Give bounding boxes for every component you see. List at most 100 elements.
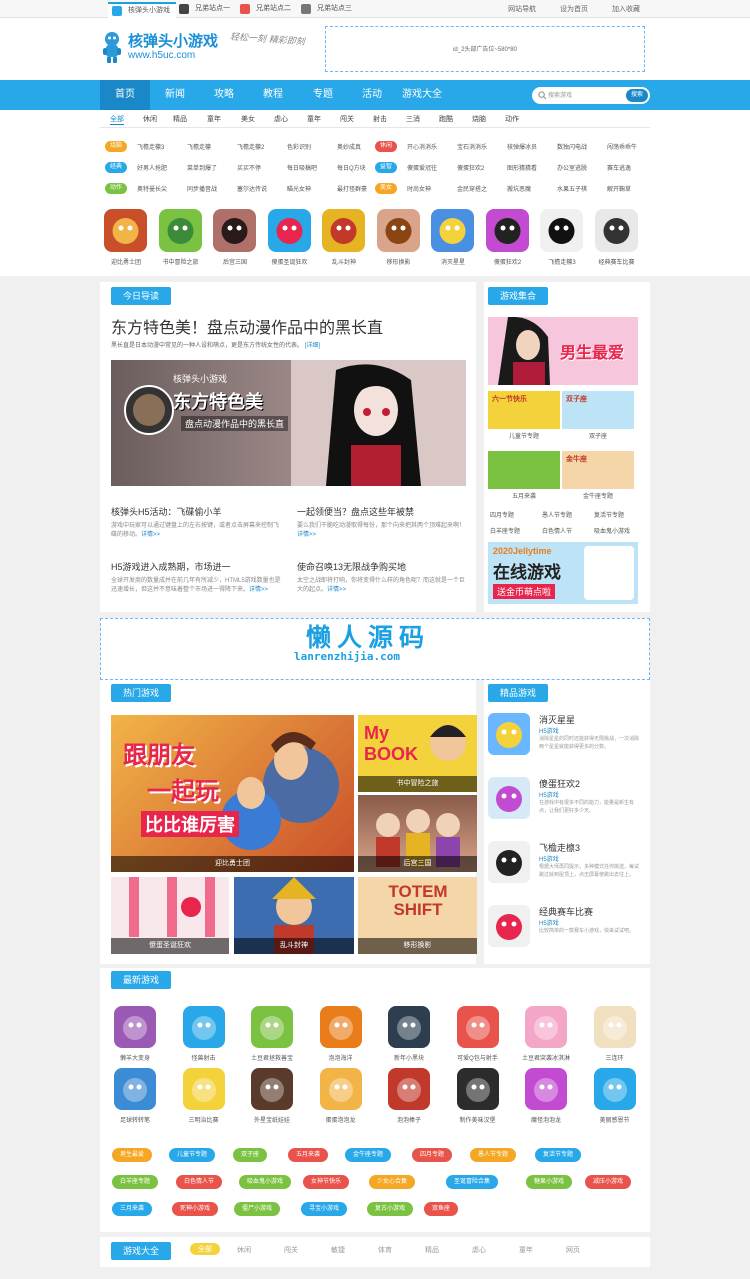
set-homepage-link[interactable]: 设为首页 — [560, 6, 588, 13]
category-item[interactable]: 童年 — [207, 114, 221, 124]
topic-pill[interactable]: 双子座 — [233, 1148, 268, 1162]
game-icon[interactable] — [540, 209, 583, 252]
hot-tile[interactable]: 后宫三国 — [358, 795, 477, 872]
collection-item-label[interactable]: 五月来袭 — [488, 491, 560, 500]
tab-home[interactable]: 核弹头小游戏 — [108, 2, 176, 18]
topic-pill[interactable]: 女神节快乐 — [303, 1175, 350, 1189]
site-nav-link[interactable]: 网站导航 — [508, 6, 536, 13]
hot-tile[interactable]: TOTEM SHIFT 移形换影 — [358, 877, 477, 954]
game-name[interactable]: 经典赛车比赛 — [587, 257, 647, 266]
latest-game-name[interactable]: 足球转转笔 — [105, 1115, 165, 1124]
news-more-link[interactable]: 详情>> — [249, 587, 268, 593]
category-item[interactable]: 动作 — [505, 114, 519, 124]
news-title[interactable]: 使命召唤13无限战争购买地 — [297, 560, 467, 573]
tag-badge[interactable]: 益智 — [375, 162, 397, 173]
game-icon[interactable] — [158, 209, 202, 252]
latest-game-name[interactable]: 美丽感恩节 — [585, 1115, 645, 1124]
game-name[interactable]: 移形换影 — [369, 257, 429, 266]
collection-banner-boys[interactable]: 男生最爱 — [488, 317, 638, 385]
latest-game-icon[interactable] — [388, 1006, 430, 1048]
tag-badge[interactable]: 美女 — [375, 183, 397, 194]
game-icon[interactable] — [213, 209, 256, 252]
topic-pill[interactable]: 愚人节专题 — [470, 1148, 517, 1162]
latest-game-icon[interactable] — [456, 1068, 499, 1110]
latest-game-name[interactable]: 泡泡棒子 — [379, 1115, 439, 1124]
tag-game-link[interactable]: 奥特曼长尖 — [137, 184, 167, 193]
all-games-category[interactable]: 全部 — [190, 1243, 220, 1255]
topic-pill[interactable]: 四月专题 — [412, 1148, 453, 1162]
game-icon[interactable] — [594, 209, 638, 252]
collection-link[interactable]: 白色情人节 — [542, 526, 572, 535]
topic-pill[interactable]: 僵尸小游戏 — [234, 1202, 281, 1216]
all-games-category[interactable]: 闯关 — [284, 1245, 298, 1255]
featured-item-name[interactable]: 消灭星星 — [539, 713, 575, 726]
featured-item-icon[interactable] — [488, 777, 530, 819]
collection-item[interactable]: 双子座 — [562, 391, 634, 429]
featured-item-name[interactable]: 飞檐走檩3 — [539, 841, 580, 854]
game-icon[interactable] — [267, 209, 311, 252]
header-ad-slot[interactable]: id_2头部广告位~580*80 — [325, 26, 645, 72]
latest-game-icon[interactable] — [251, 1006, 293, 1048]
category-item[interactable]: 跑酷 — [439, 114, 453, 124]
tag-game-link[interactable]: 好男人抢肥 — [137, 163, 167, 172]
collection-item-label[interactable]: 双子座 — [562, 431, 634, 440]
latest-game-name[interactable]: 土豆君拯救善宝 — [242, 1053, 302, 1062]
topic-pill[interactable]: 白羊座专题 — [112, 1175, 159, 1189]
tag-game-link[interactable]: 每日Q方块 — [337, 163, 366, 172]
topic-pill[interactable]: 复活节专题 — [535, 1148, 582, 1162]
nav-home[interactable]: 首页 — [100, 80, 150, 110]
tag-game-link[interactable]: 开心消消乐 — [407, 142, 437, 151]
nav-all-games[interactable]: 游戏大全 — [396, 80, 448, 110]
featured-item-icon[interactable] — [488, 841, 530, 883]
tag-game-link[interactable]: 宝石消消乐 — [457, 142, 487, 151]
hot-tile[interactable]: My BOOK 书中冒险之旅 — [358, 715, 477, 792]
category-item[interactable]: 美女 — [241, 114, 255, 124]
tag-game-link[interactable]: 奥妙成真 — [337, 142, 361, 151]
latest-game-icon[interactable] — [525, 1006, 567, 1048]
tab-sibling-1[interactable]: 兄弟站点一 — [175, 2, 236, 18]
all-games-category[interactable]: 敏捷 — [331, 1245, 345, 1255]
collection-link[interactable]: 愚人节专题 — [542, 510, 572, 519]
game-icon[interactable] — [485, 209, 529, 252]
category-item[interactable]: 休闲 — [143, 114, 157, 124]
collection-item[interactable]: 金牛座 — [562, 451, 634, 489]
summary-more-link[interactable]: [详细] — [305, 343, 320, 349]
news-item[interactable]: 使命召唤13无限战争购买地 太空之战即将打响，你将变得什么样的角色呢？而这就是一个… — [297, 560, 467, 595]
latest-game-icon[interactable] — [114, 1068, 156, 1110]
game-icon[interactable] — [322, 209, 365, 252]
featured-banner[interactable]: 核弹头小游戏 东方特色美 盘点动漫作品中的黑长直 — [111, 360, 466, 486]
tab-sibling-2[interactable]: 兄弟站点二 — [236, 2, 297, 18]
tag-game-link[interactable]: 飞檐走檩2 — [237, 142, 264, 151]
latest-game-name[interactable]: 三连环 — [585, 1053, 645, 1062]
tag-game-link[interactable]: 飞檐走檩3 — [137, 142, 164, 151]
game-name[interactable]: 飞檐走檩3 — [532, 257, 592, 266]
topic-pill[interactable]: 双鱼座 — [424, 1202, 459, 1216]
latest-game-name[interactable]: 新年小黑块 — [379, 1053, 439, 1062]
nav-events[interactable]: 活动 — [347, 80, 397, 110]
latest-game-icon[interactable] — [525, 1068, 567, 1110]
site-logo[interactable]: 核弹头小游戏 www.h5uc.com — [100, 28, 230, 72]
latest-game-icon[interactable] — [593, 1068, 636, 1110]
topic-pill[interactable]: 复古小游戏 — [367, 1202, 414, 1216]
collection-item[interactable] — [488, 451, 560, 489]
tag-game-link[interactable]: 金民穿搭之 — [457, 184, 487, 193]
news-more-link[interactable]: 详情>> — [297, 532, 316, 538]
featured-item[interactable]: 消灭星星 H5游戏 消除星星的同时还能获得无限挑战，一次消除两个星星就能获得更多的分… — [488, 713, 643, 775]
collection-item-label[interactable]: 金牛座专题 — [562, 491, 634, 500]
tag-game-link[interactable]: 闯荡乖乖牛 — [607, 142, 637, 151]
category-item[interactable]: 闯关 — [340, 114, 354, 124]
game-name[interactable]: 乱斗封神 — [314, 257, 374, 266]
latest-game-icon[interactable] — [319, 1068, 362, 1110]
all-games-category[interactable]: 体育 — [378, 1245, 392, 1255]
category-item[interactable]: 烧脑 — [472, 114, 486, 124]
featured-item[interactable]: 傻蛋狂欢2 H5游戏 在游戏中有很多不同的能力，能量是新生有点，让我们更好多少天。 — [488, 777, 643, 839]
news-more-link[interactable]: 详情>> — [327, 587, 346, 593]
tag-game-link[interactable]: 水果五子棋 — [557, 184, 587, 193]
latest-game-name[interactable]: 三明治比赛 — [174, 1115, 234, 1124]
latest-game-icon[interactable] — [456, 1006, 499, 1048]
tag-game-link[interactable]: 时尚女神 — [407, 184, 431, 193]
all-games-category[interactable]: 网页 — [566, 1245, 580, 1255]
tag-game-link[interactable]: 图形猜猜看 — [507, 163, 537, 172]
latest-game-icon[interactable] — [114, 1006, 156, 1048]
latest-game-icon[interactable] — [251, 1068, 293, 1110]
